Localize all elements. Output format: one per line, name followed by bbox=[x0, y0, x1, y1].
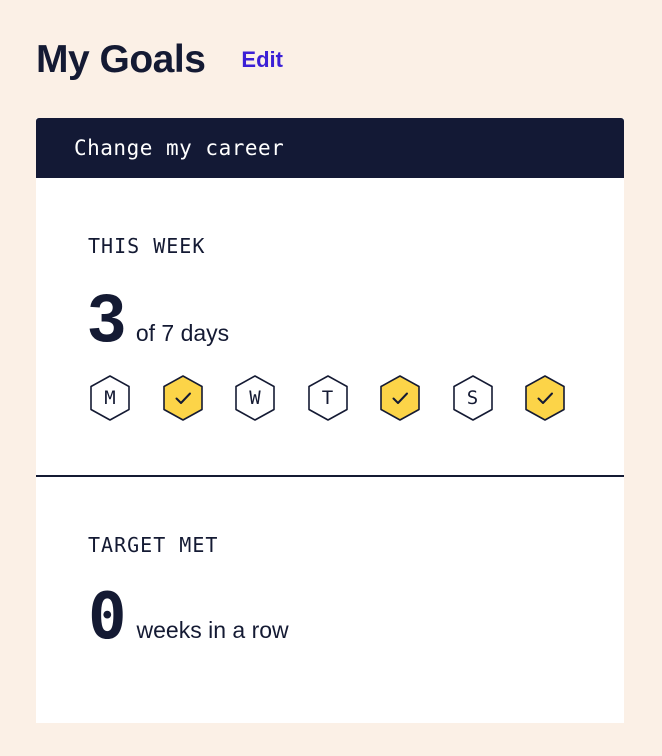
edit-goals-link[interactable]: Edit bbox=[241, 34, 283, 86]
day-0-pending[interactable]: M bbox=[88, 374, 132, 422]
this-week-stat: 3 of 7 days bbox=[88, 278, 229, 358]
days-completed-count: 3 bbox=[88, 280, 126, 356]
day-3-pending[interactable]: T bbox=[306, 374, 350, 422]
day-letter: T bbox=[321, 387, 334, 409]
hexagon-icon bbox=[162, 375, 203, 421]
goal-card-header: Change my career bbox=[36, 118, 624, 178]
page-title: My Goals bbox=[36, 38, 206, 81]
this-week-section: THIS WEEK 3 of 7 days M W T S bbox=[36, 178, 624, 475]
day-1-completed[interactable] bbox=[161, 374, 205, 422]
days-completed-caption: of 7 days bbox=[135, 320, 230, 346]
weekday-tracker: MWTS bbox=[88, 374, 596, 422]
weeks-in-row-caption: weeks in a row bbox=[136, 617, 289, 643]
hexagon-icon bbox=[525, 375, 565, 421]
page-header: My Goals Edit bbox=[36, 34, 283, 86]
target-met-label: TARGET MET bbox=[88, 533, 219, 557]
goal-title: Change my career bbox=[74, 136, 285, 160]
day-5-pending[interactable]: S bbox=[451, 374, 495, 422]
target-met-stat: 0 weeks in a row bbox=[88, 577, 289, 657]
day-letter: M bbox=[104, 387, 116, 409]
day-letter: W bbox=[249, 387, 261, 409]
weeks-in-row-count: 0 bbox=[88, 580, 127, 654]
day-4-completed[interactable] bbox=[378, 374, 422, 422]
hexagon-icon bbox=[380, 375, 420, 421]
this-week-label: THIS WEEK bbox=[88, 234, 206, 258]
target-met-section: TARGET MET 0 weeks in a row bbox=[36, 477, 624, 723]
goal-card: Change my career THIS WEEK 3 of 7 days M… bbox=[36, 118, 624, 723]
day-2-pending[interactable]: W bbox=[233, 374, 277, 422]
day-6-completed[interactable] bbox=[523, 374, 567, 422]
day-letter: S bbox=[466, 387, 479, 409]
